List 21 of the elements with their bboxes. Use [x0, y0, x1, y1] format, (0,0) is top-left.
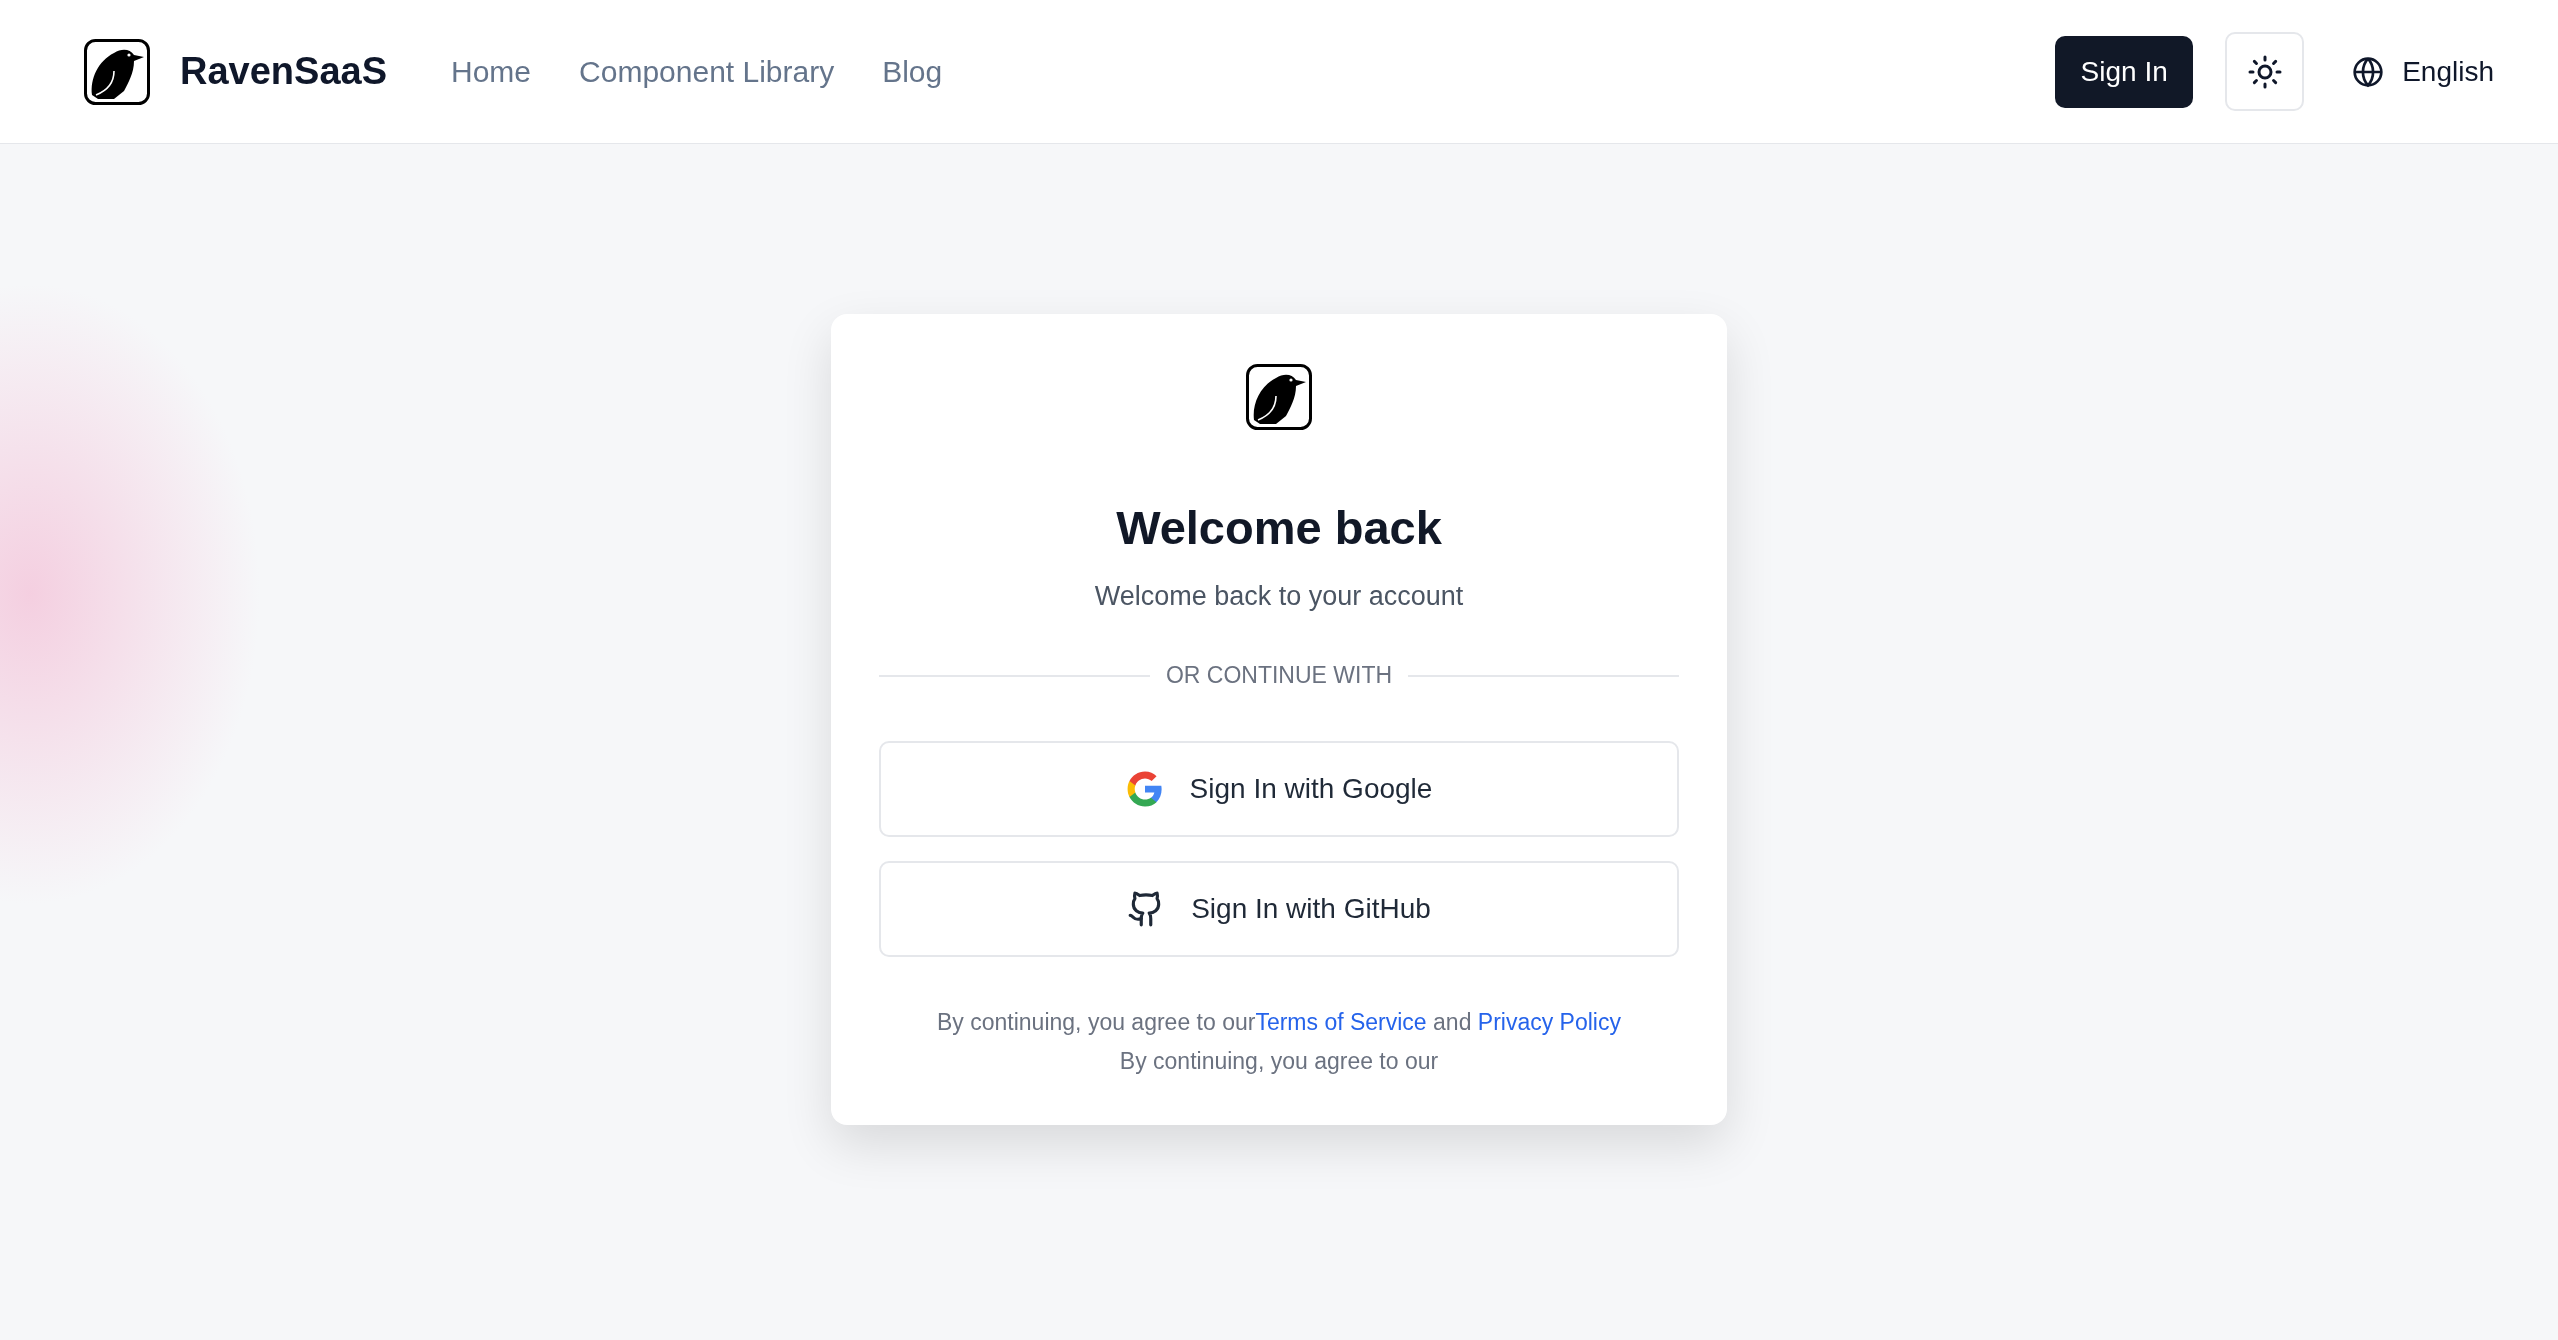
google-icon: [1125, 770, 1164, 808]
globe-icon: [2352, 55, 2385, 88]
terms-of-service-link[interactable]: Terms of Service: [1255, 1009, 1427, 1035]
sun-icon: [2246, 53, 2283, 90]
card-subtitle: Welcome back to your account: [1094, 581, 1464, 612]
theme-toggle-button[interactable]: [2225, 32, 2305, 111]
sign-in-button[interactable]: Sign In: [2055, 35, 2194, 108]
nav-link[interactable]: Component Library: [579, 54, 835, 89]
terms-notice: By continuing, you agree to ourTerms of Service and Privacy Policy: [937, 1009, 1621, 1036]
provider-sign-in-button[interactable]: Sign In with GitHub: [879, 861, 1679, 957]
privacy-policy-link[interactable]: Privacy Policy: [1477, 1009, 1621, 1035]
nav-link[interactable]: Home: [451, 54, 532, 89]
nav-link[interactable]: Blog: [882, 54, 943, 89]
terms-notice: By continuing, you agree to our: [1119, 1048, 1439, 1075]
brand-name[interactable]: RavenSaaS: [180, 50, 387, 93]
raven-logo-icon: [1246, 364, 1312, 430]
language-button[interactable]: English: [2344, 47, 2502, 96]
card-title: Welcome back: [1116, 500, 1442, 555]
divider-label: OR CONTINUE WITH: [1165, 662, 1393, 689]
provider-sign-in-button[interactable]: Sign In with Google: [879, 741, 1679, 837]
raven-logo-icon[interactable]: [84, 38, 150, 105]
